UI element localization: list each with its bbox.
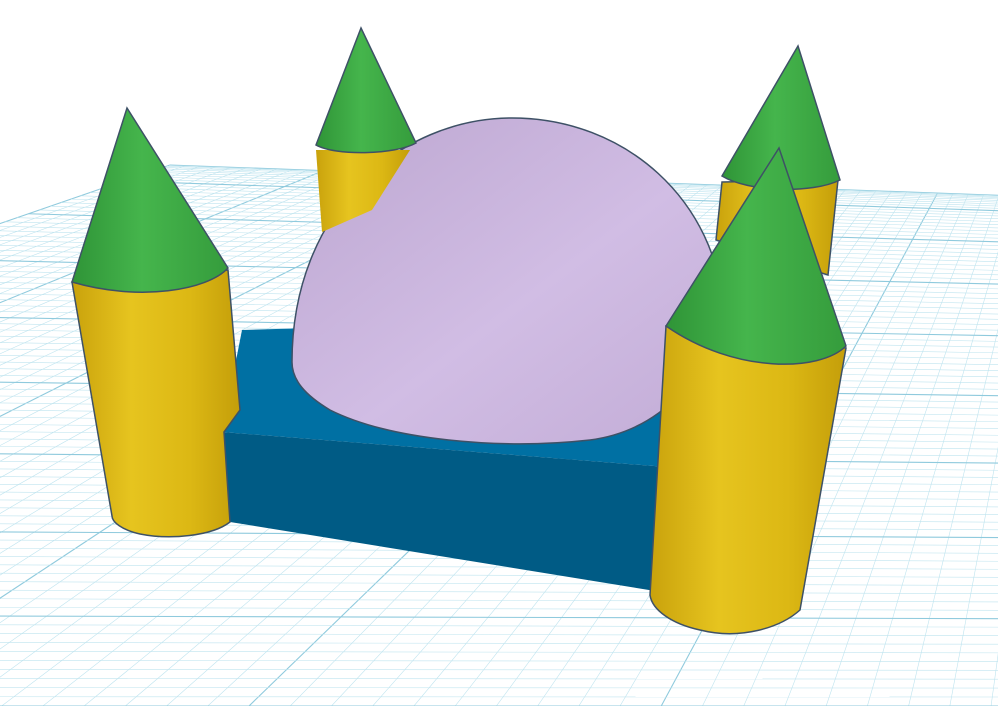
grid-line [0,607,998,611]
grid-line [0,598,998,603]
tower-front-left-body [71,269,241,538]
grid-line [0,669,998,671]
grid-line [0,581,998,586]
grid-line [0,615,998,620]
tower-front-right-body [649,325,847,635]
scene-canvas[interactable] [0,0,998,706]
grid-line [0,687,998,689]
grid-line [0,589,998,594]
grid-line [949,446,998,706]
tower-back-left-roof [315,26,417,154]
grid-line [0,660,998,662]
grid-line [0,678,998,680]
grid-line [0,572,998,578]
grid-line [0,696,998,698]
grid-line [0,624,998,628]
3d-viewport[interactable] [0,0,998,706]
grid-line [0,633,998,636]
grid-line [867,251,998,706]
grid-line [825,197,998,706]
